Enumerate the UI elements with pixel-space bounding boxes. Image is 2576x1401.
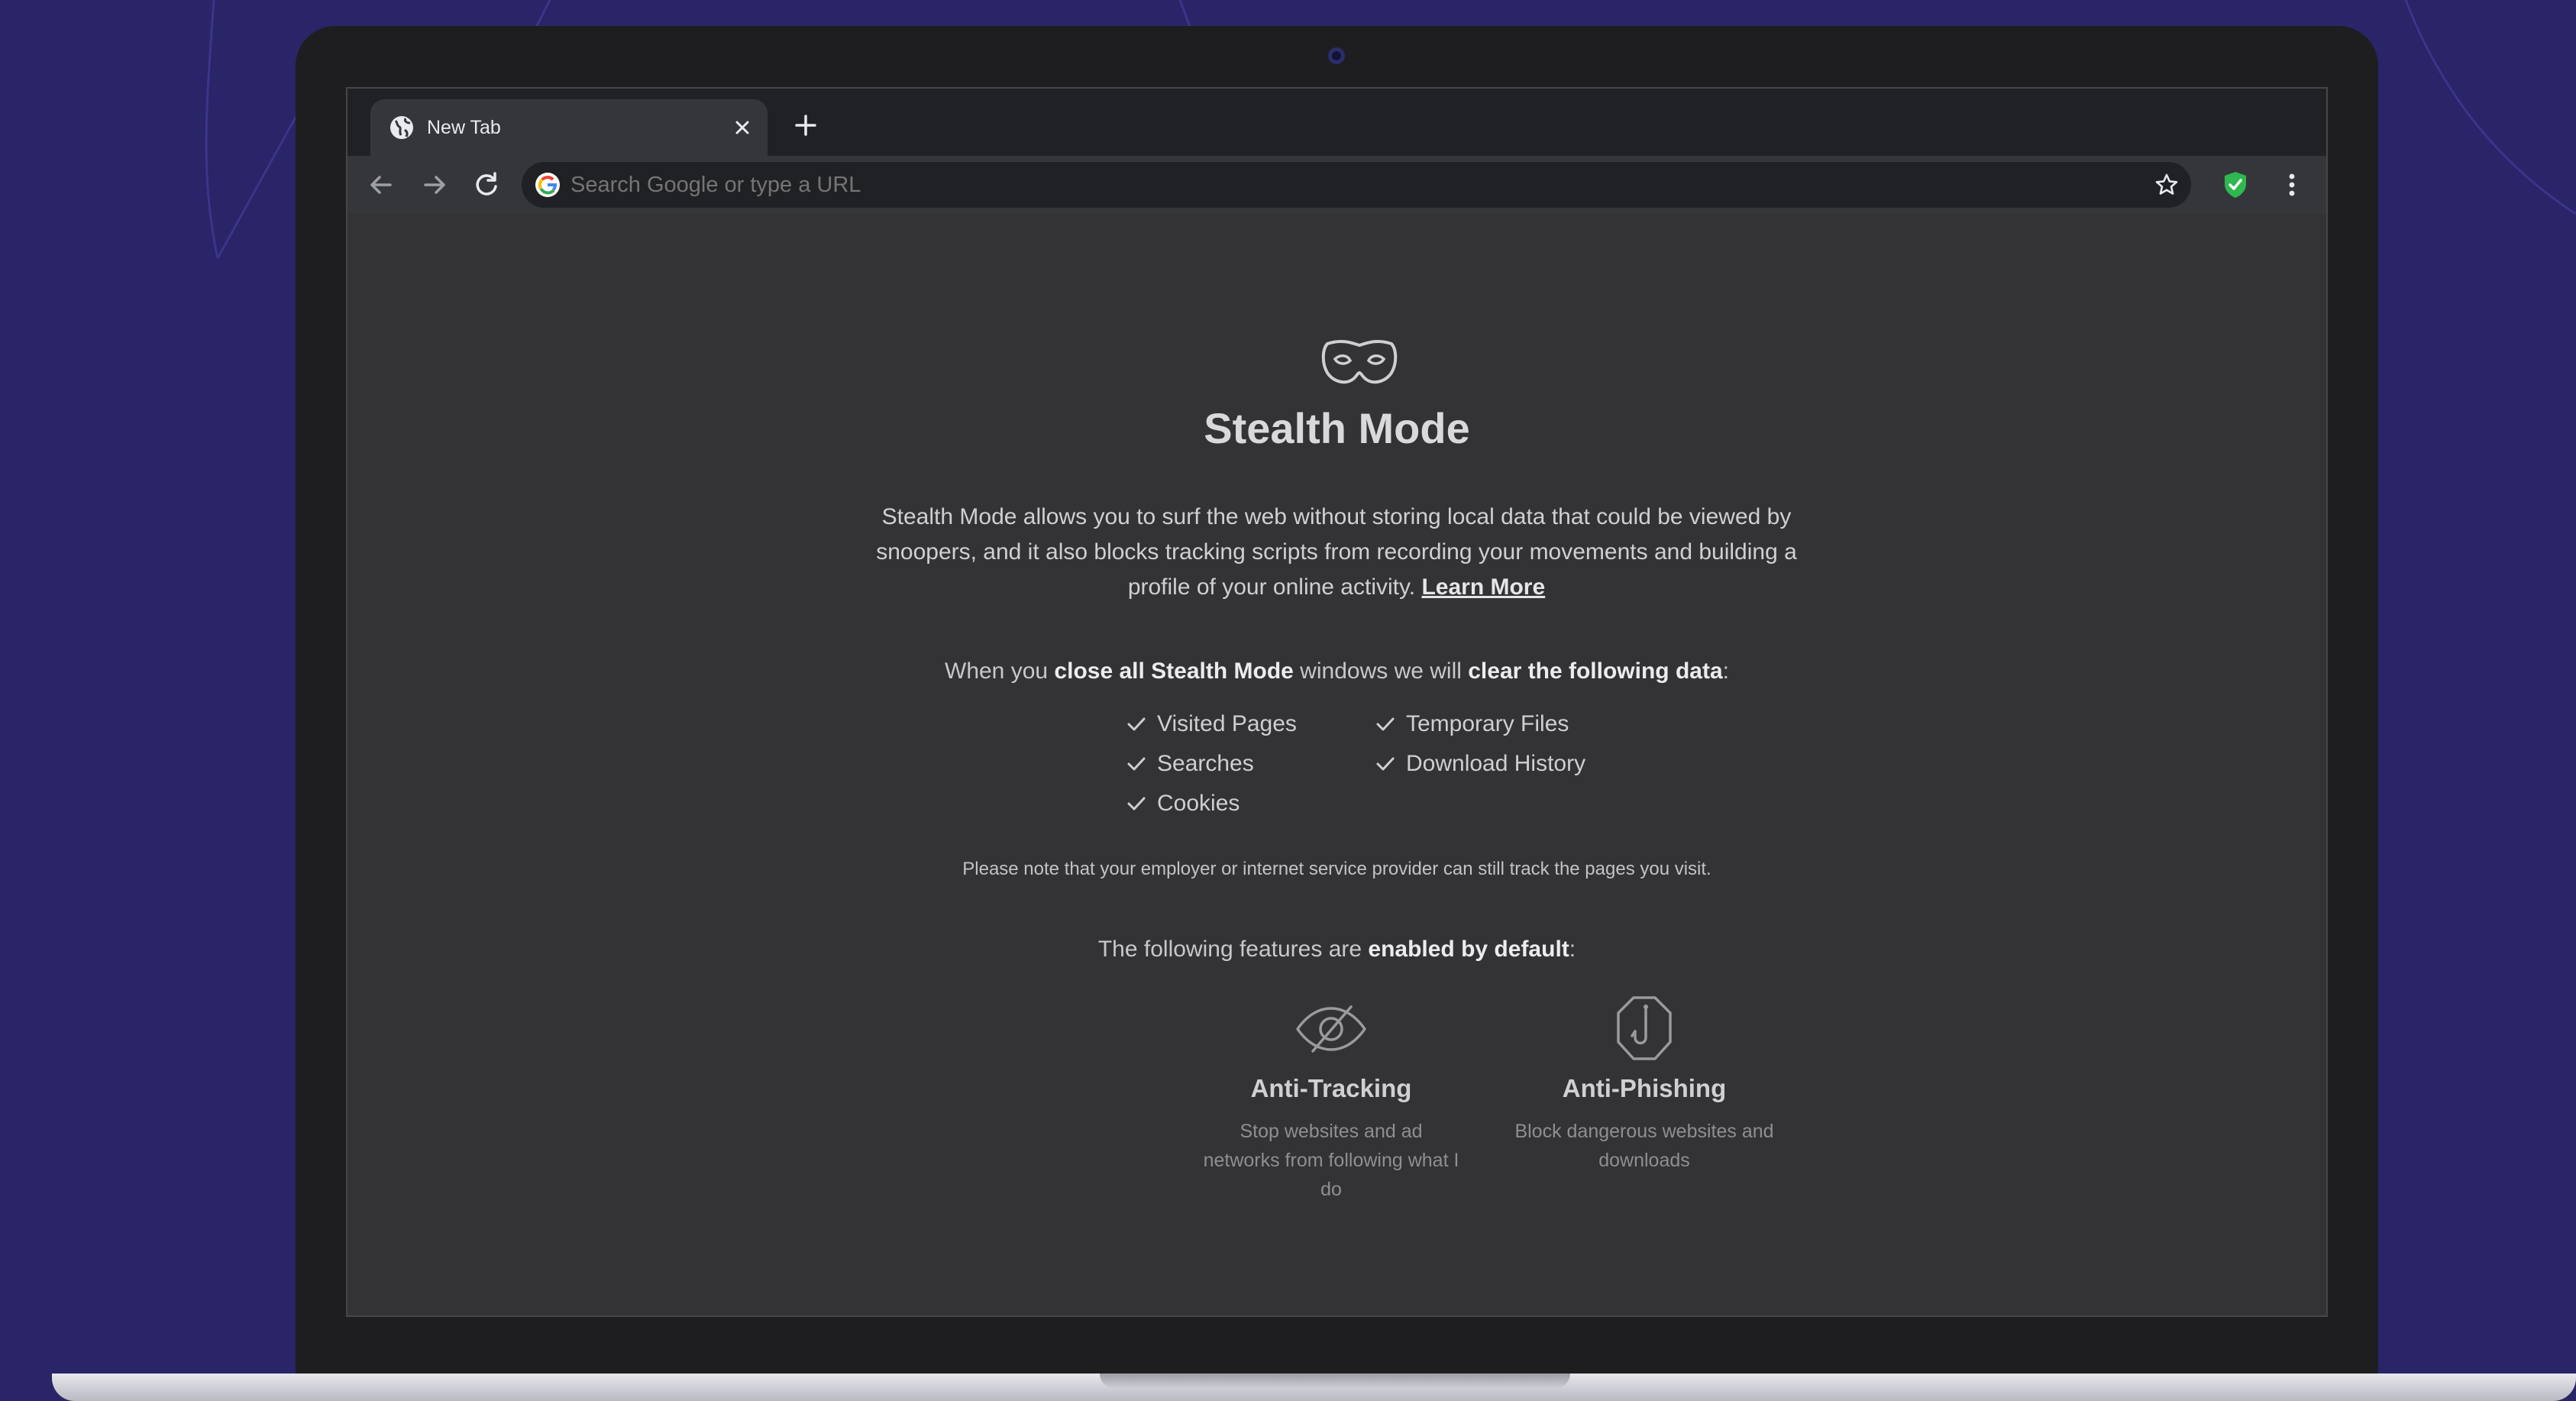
features-line-text: :	[1569, 937, 1576, 962]
google-g-icon	[535, 173, 560, 197]
features-line-emphasis: enabled by default	[1368, 937, 1569, 962]
clear-line-emphasis: close all Stealth Mode	[1054, 658, 1294, 684]
feature-anti-tracking: Anti-Tracking Stop websites and ad netwo…	[1201, 995, 1461, 1204]
checkmark-icon	[1376, 717, 1395, 731]
cleared-item-label: Temporary Files	[1406, 711, 1569, 736]
cleared-item-label: Cookies	[1157, 791, 1240, 816]
page-title: Stealth Mode	[1204, 404, 1470, 452]
cleared-item-download-history: Download History	[1375, 744, 1585, 784]
features-statement: The following features are enabled by de…	[347, 937, 2326, 963]
cleared-item-cookies: Cookies	[1126, 784, 1240, 823]
browser-window: New Tab Search Google or type a URL Stea…	[346, 87, 2328, 1317]
omnibox[interactable]	[522, 162, 2191, 208]
star-icon[interactable]	[2153, 171, 2180, 199]
laptop-base-notch	[1100, 1373, 1570, 1389]
checkmark-icon	[1127, 717, 1146, 731]
plus-icon[interactable]	[790, 110, 821, 141]
cleared-item-temporary-files: Temporary Files	[1375, 704, 1569, 744]
clear-data-statement: When you close all Stealth Mode windows …	[347, 658, 2326, 684]
clear-line-text: windows we will	[1293, 658, 1469, 684]
feature-anti-phishing: Anti-Phishing Block dangerous websites a…	[1514, 995, 1774, 1175]
feature-description: Block dangerous websites and downloads	[1514, 1121, 1774, 1171]
learn-more-link[interactable]: Learn More	[1421, 574, 1545, 600]
cleared-item-label: Searches	[1157, 751, 1254, 776]
tab-new-tab[interactable]: New Tab	[370, 99, 768, 156]
close-icon[interactable]	[731, 116, 754, 139]
features-line-text: The following features are	[1097, 937, 1369, 962]
clear-line-text: :	[1722, 658, 1729, 684]
cleared-item-label: Download History	[1406, 751, 1586, 776]
tracking-note: Please note that your employer or intern…	[962, 859, 1711, 879]
hook-icon	[1617, 996, 1672, 1060]
feature-name: Anti-Tracking	[1250, 1074, 1412, 1102]
eye-slash-icon	[1296, 1005, 1366, 1053]
toolbar	[347, 156, 2326, 214]
checkmark-icon	[1376, 757, 1395, 771]
arrow-left-icon[interactable]	[363, 167, 399, 203]
feature-description: Stop websites and ad networks from follo…	[1203, 1121, 1459, 1200]
checkmark-icon	[1127, 757, 1146, 771]
reload-icon[interactable]	[468, 167, 505, 203]
globe-icon	[390, 116, 413, 139]
feature-name: Anti-Phishing	[1562, 1074, 1727, 1102]
mask-icon	[1321, 339, 1398, 384]
page-description: Stealth Mode allows you to surf the web …	[867, 500, 1806, 605]
cleared-item-label: Visited Pages	[1157, 711, 1297, 736]
search-input[interactable]	[570, 162, 2083, 208]
tab-strip: New Tab	[347, 89, 2326, 156]
description-text: Stealth Mode allows you to surf the web …	[876, 504, 1797, 600]
tab-title: New Tab	[427, 117, 501, 138]
webcam	[1328, 47, 1345, 64]
shield-check-icon[interactable]	[2220, 170, 2251, 200]
clear-line-text: When you	[945, 658, 1055, 684]
arrow-right-icon[interactable]	[416, 167, 453, 203]
cleared-item-searches: Searches	[1126, 744, 1254, 784]
stealth-mode-page: Stealth Mode Stealth Mode allows you to …	[347, 214, 2326, 1315]
cleared-item-visited-pages: Visited Pages	[1126, 704, 1297, 744]
clear-line-emphasis: clear the following data	[1468, 658, 1723, 684]
checkmark-icon	[1127, 797, 1146, 811]
kebab-menu-icon[interactable]	[2275, 168, 2309, 202]
